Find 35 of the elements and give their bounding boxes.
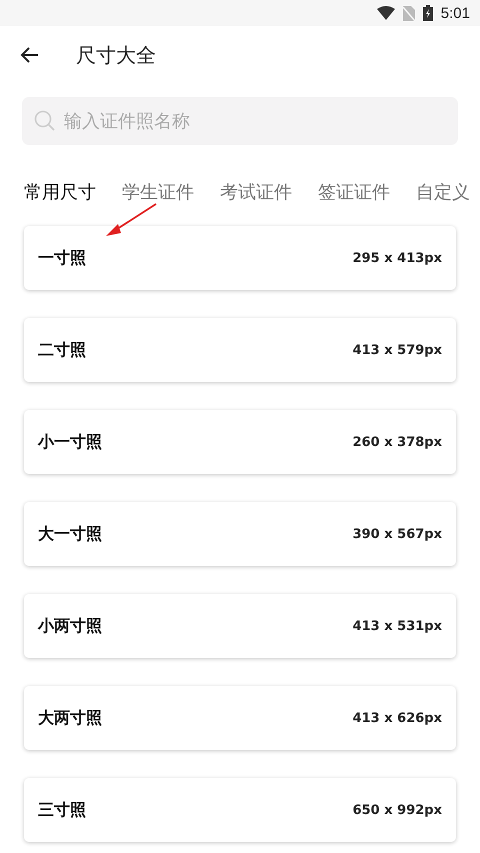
- page-title: 尺寸大全: [76, 42, 156, 68]
- wifi-icon: [376, 6, 395, 20]
- size-dimensions: 390 x 567px: [352, 526, 442, 542]
- size-name: 大一寸照: [38, 524, 102, 544]
- category-tab[interactable]: 学生证件: [122, 178, 194, 206]
- category-tab[interactable]: 考试证件: [220, 178, 292, 206]
- annotation-arrow: [104, 202, 158, 238]
- no-sim-icon: [402, 6, 415, 20]
- size-card[interactable]: 小一寸照 260 x 378px: [24, 410, 456, 474]
- search-icon: [34, 110, 56, 132]
- size-dimensions: 260 x 378px: [352, 434, 442, 450]
- size-name: 小两寸照: [38, 616, 102, 636]
- back-button[interactable]: [20, 45, 40, 65]
- category-tab[interactable]: 自定义: [416, 178, 470, 206]
- size-card[interactable]: 大两寸照 413 x 626px: [24, 686, 456, 750]
- size-name: 一寸照: [38, 248, 86, 268]
- size-dimensions: 295 x 413px: [352, 250, 442, 266]
- size-card[interactable]: 二寸照 413 x 579px: [24, 318, 456, 382]
- size-card[interactable]: 大一寸照 390 x 567px: [24, 502, 456, 566]
- size-dimensions: 650 x 992px: [352, 802, 442, 818]
- size-card[interactable]: 一寸照 295 x 413px: [24, 226, 456, 290]
- category-tab[interactable]: 常用尺寸: [24, 178, 96, 206]
- status-time: 5:01: [440, 4, 470, 22]
- size-name: 大两寸照: [38, 708, 102, 728]
- category-tab[interactable]: 签证证件: [318, 178, 390, 206]
- battery-icon: [422, 5, 433, 21]
- size-dimensions: 413 x 531px: [352, 618, 442, 634]
- search-field[interactable]: 输入证件照名称: [22, 97, 458, 145]
- size-name: 三寸照: [38, 800, 86, 820]
- size-name: 小一寸照: [38, 432, 102, 452]
- size-dimensions: 413 x 579px: [352, 342, 442, 358]
- size-name: 二寸照: [38, 340, 86, 360]
- size-dimensions: 413 x 626px: [352, 710, 442, 726]
- size-card[interactable]: 小两寸照 413 x 531px: [24, 594, 456, 658]
- size-card[interactable]: 三寸照 650 x 992px: [24, 778, 456, 842]
